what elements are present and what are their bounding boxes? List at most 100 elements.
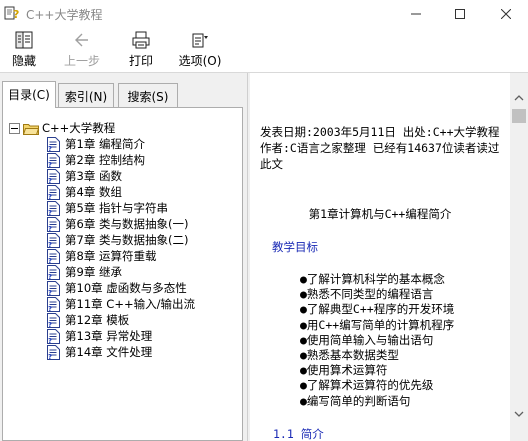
options-label: 选项(O) bbox=[178, 54, 222, 68]
svg-text:?: ? bbox=[48, 225, 52, 232]
article-meta: 发表日期:2003年5月11日 出处:C++大学教程 作者:C语言之家整理 已经… bbox=[260, 125, 500, 171]
collapse-icon[interactable] bbox=[9, 122, 20, 134]
tree-item-label: 第1章 编程简介 bbox=[65, 137, 145, 151]
svg-text:?: ? bbox=[48, 209, 52, 216]
objective-item: ●编写简单的判断语句 bbox=[300, 393, 411, 408]
tree-item[interactable]: ? 第6章 类与数据抽象(一) bbox=[47, 216, 195, 232]
help-page-icon: ? bbox=[47, 136, 60, 152]
tree-item[interactable]: ? 第8章 运算符重载 bbox=[47, 248, 195, 264]
back-label: 上一步 bbox=[63, 54, 100, 68]
tab-index[interactable]: 索引(N) bbox=[58, 83, 114, 107]
help-page-icon: ? bbox=[47, 232, 60, 248]
objective-item: ●使用简单输入与输出语句 bbox=[300, 332, 434, 347]
scroll-down-button[interactable] bbox=[510, 405, 528, 423]
objective-item: ●熟悉不同类型的编程语言 bbox=[300, 287, 434, 302]
options-button[interactable]: 选项(O) bbox=[174, 30, 226, 70]
help-page-icon: ? bbox=[47, 168, 60, 184]
printer-icon bbox=[132, 31, 150, 49]
hide-label: 隐藏 bbox=[11, 54, 36, 68]
objective-item: ●使用算术运算符 bbox=[300, 363, 388, 378]
tree-item[interactable]: ? 第1章 编程简介 bbox=[47, 136, 195, 152]
tree-root-node[interactable]: C++大学教程 bbox=[9, 121, 115, 135]
close-button[interactable] bbox=[484, 0, 528, 28]
help-page-icon: ? bbox=[47, 312, 60, 328]
svg-text:?: ? bbox=[48, 337, 52, 344]
minimize-button[interactable] bbox=[394, 0, 438, 28]
svg-text:?: ? bbox=[48, 321, 52, 328]
help-page-icon: ? bbox=[47, 280, 60, 296]
tree-item[interactable]: ? 第12章 模板 bbox=[47, 312, 195, 328]
help-page-icon: ? bbox=[47, 328, 60, 344]
tree-item[interactable]: ? 第3章 函数 bbox=[47, 168, 195, 184]
section-heading[interactable]: 1.1 简介 bbox=[273, 426, 324, 441]
title-bar: ? C++大学教程 bbox=[0, 0, 528, 28]
help-book-icon: ? bbox=[4, 6, 19, 21]
objectives-list: ●了解计算机科学的基本概念 ●熟悉不同类型的编程语言 ●了解典型C++程序的开发环境… bbox=[300, 272, 454, 409]
svg-text:?: ? bbox=[48, 145, 52, 152]
options-icon bbox=[192, 33, 208, 48]
tree-item[interactable]: ? 第2章 控制结构 bbox=[47, 152, 195, 168]
tree-item-label: 第3章 函数 bbox=[65, 169, 122, 183]
help-page-icon: ? bbox=[47, 264, 60, 280]
tree-item-label: 第12章 模板 bbox=[65, 313, 130, 327]
svg-text:?: ? bbox=[13, 8, 19, 21]
toolbar: 隐藏 上一步 打印 选项(O) bbox=[0, 28, 528, 72]
svg-text:?: ? bbox=[48, 289, 52, 296]
open-folder-icon bbox=[23, 123, 39, 135]
tree-item[interactable]: ? 第5章 指针与字符串 bbox=[47, 200, 195, 216]
tree-item-label: 第14章 文件处理 bbox=[65, 345, 153, 359]
print-label: 打印 bbox=[128, 54, 153, 68]
back-arrow-icon bbox=[75, 33, 88, 47]
hide-pane-icon bbox=[15, 31, 33, 49]
tree-item-label: 第11章 C++输入/输出流 bbox=[65, 297, 195, 311]
back-button[interactable]: 上一步 bbox=[60, 30, 104, 70]
window-title: C++大学教程 bbox=[26, 8, 103, 22]
svg-text:?: ? bbox=[48, 257, 52, 264]
tree-item[interactable]: ? 第14章 文件处理 bbox=[47, 344, 195, 360]
objective-item: ●用C++编写简单的计算机程序 bbox=[300, 317, 455, 332]
svg-text:?: ? bbox=[48, 193, 52, 200]
tab-search[interactable]: 搜索(S) bbox=[118, 83, 178, 107]
svg-text:?: ? bbox=[48, 177, 52, 184]
teaching-goals-heading: 教学目标 bbox=[272, 240, 318, 254]
scroll-up-button[interactable] bbox=[510, 89, 528, 107]
print-button[interactable]: 打印 bbox=[124, 30, 158, 70]
scroll-thumb[interactable] bbox=[512, 109, 526, 123]
chapter-list: ? 第1章 编程简介? 第2章 控制结构? 第3章 函数? 第4章 数组? 第5章 指针与… bbox=[47, 136, 195, 360]
tree-item-label: 第10章 虚函数与多态性 bbox=[65, 281, 187, 295]
hide-button[interactable]: 隐藏 bbox=[6, 30, 42, 70]
tree-item[interactable]: ? 第11章 C++输入/输出流 bbox=[47, 296, 195, 312]
tree-item[interactable]: ? 第4章 数组 bbox=[47, 184, 195, 200]
chevron-down-icon bbox=[514, 411, 524, 417]
maximize-icon bbox=[455, 9, 465, 19]
svg-text:?: ? bbox=[48, 353, 52, 360]
tree-item[interactable]: ? 第10章 虚函数与多态性 bbox=[47, 280, 195, 296]
objective-item: ●了解典型C++程序的开发环境 bbox=[300, 302, 455, 317]
help-page-icon: ? bbox=[47, 296, 60, 312]
help-page-icon: ? bbox=[47, 200, 60, 216]
maximize-button[interactable] bbox=[438, 0, 482, 28]
svg-text:?: ? bbox=[48, 273, 52, 280]
tree-root-label: C++大学教程 bbox=[42, 121, 116, 135]
help-page-icon: ? bbox=[47, 344, 60, 360]
tree-item-label: 第13章 异常处理 bbox=[65, 329, 153, 343]
tree-item-label: 第5章 指针与字符串 bbox=[65, 201, 168, 215]
tree-item-label: 第2章 控制结构 bbox=[65, 153, 145, 167]
topic-content: 发表日期:2003年5月11日 出处:C++大学教程 作者:C语言之家整理 已经… bbox=[250, 73, 510, 441]
objective-item: ●熟悉基本数据类型 bbox=[300, 347, 399, 362]
objective-item: ●了解计算机科学的基本概念 bbox=[300, 272, 445, 286]
chevron-up-icon bbox=[514, 95, 524, 101]
tree-item-label: 第6章 类与数据抽象(一) bbox=[65, 217, 189, 231]
tree-item-label: 第4章 数组 bbox=[65, 185, 122, 199]
tree-item[interactable]: ? 第7章 类与数据抽象(二) bbox=[47, 232, 195, 248]
tree-item[interactable]: ? 第9章 继承 bbox=[47, 264, 195, 280]
navigation-pane: 目录(C) 索引(N) 搜索(S) C++大学教程 ? 第1章 编程简介? 第2章 … bbox=[0, 73, 247, 441]
vertical-scrollbar[interactable] bbox=[510, 73, 528, 441]
svg-text:?: ? bbox=[48, 305, 52, 312]
svg-text:?: ? bbox=[48, 241, 52, 248]
tree-item-label: 第8章 运算符重载 bbox=[65, 249, 157, 263]
tree-item[interactable]: ? 第13章 异常处理 bbox=[47, 328, 195, 344]
help-page-icon: ? bbox=[47, 248, 60, 264]
tab-contents[interactable]: 目录(C) bbox=[2, 81, 56, 108]
help-page-icon: ? bbox=[47, 152, 60, 168]
